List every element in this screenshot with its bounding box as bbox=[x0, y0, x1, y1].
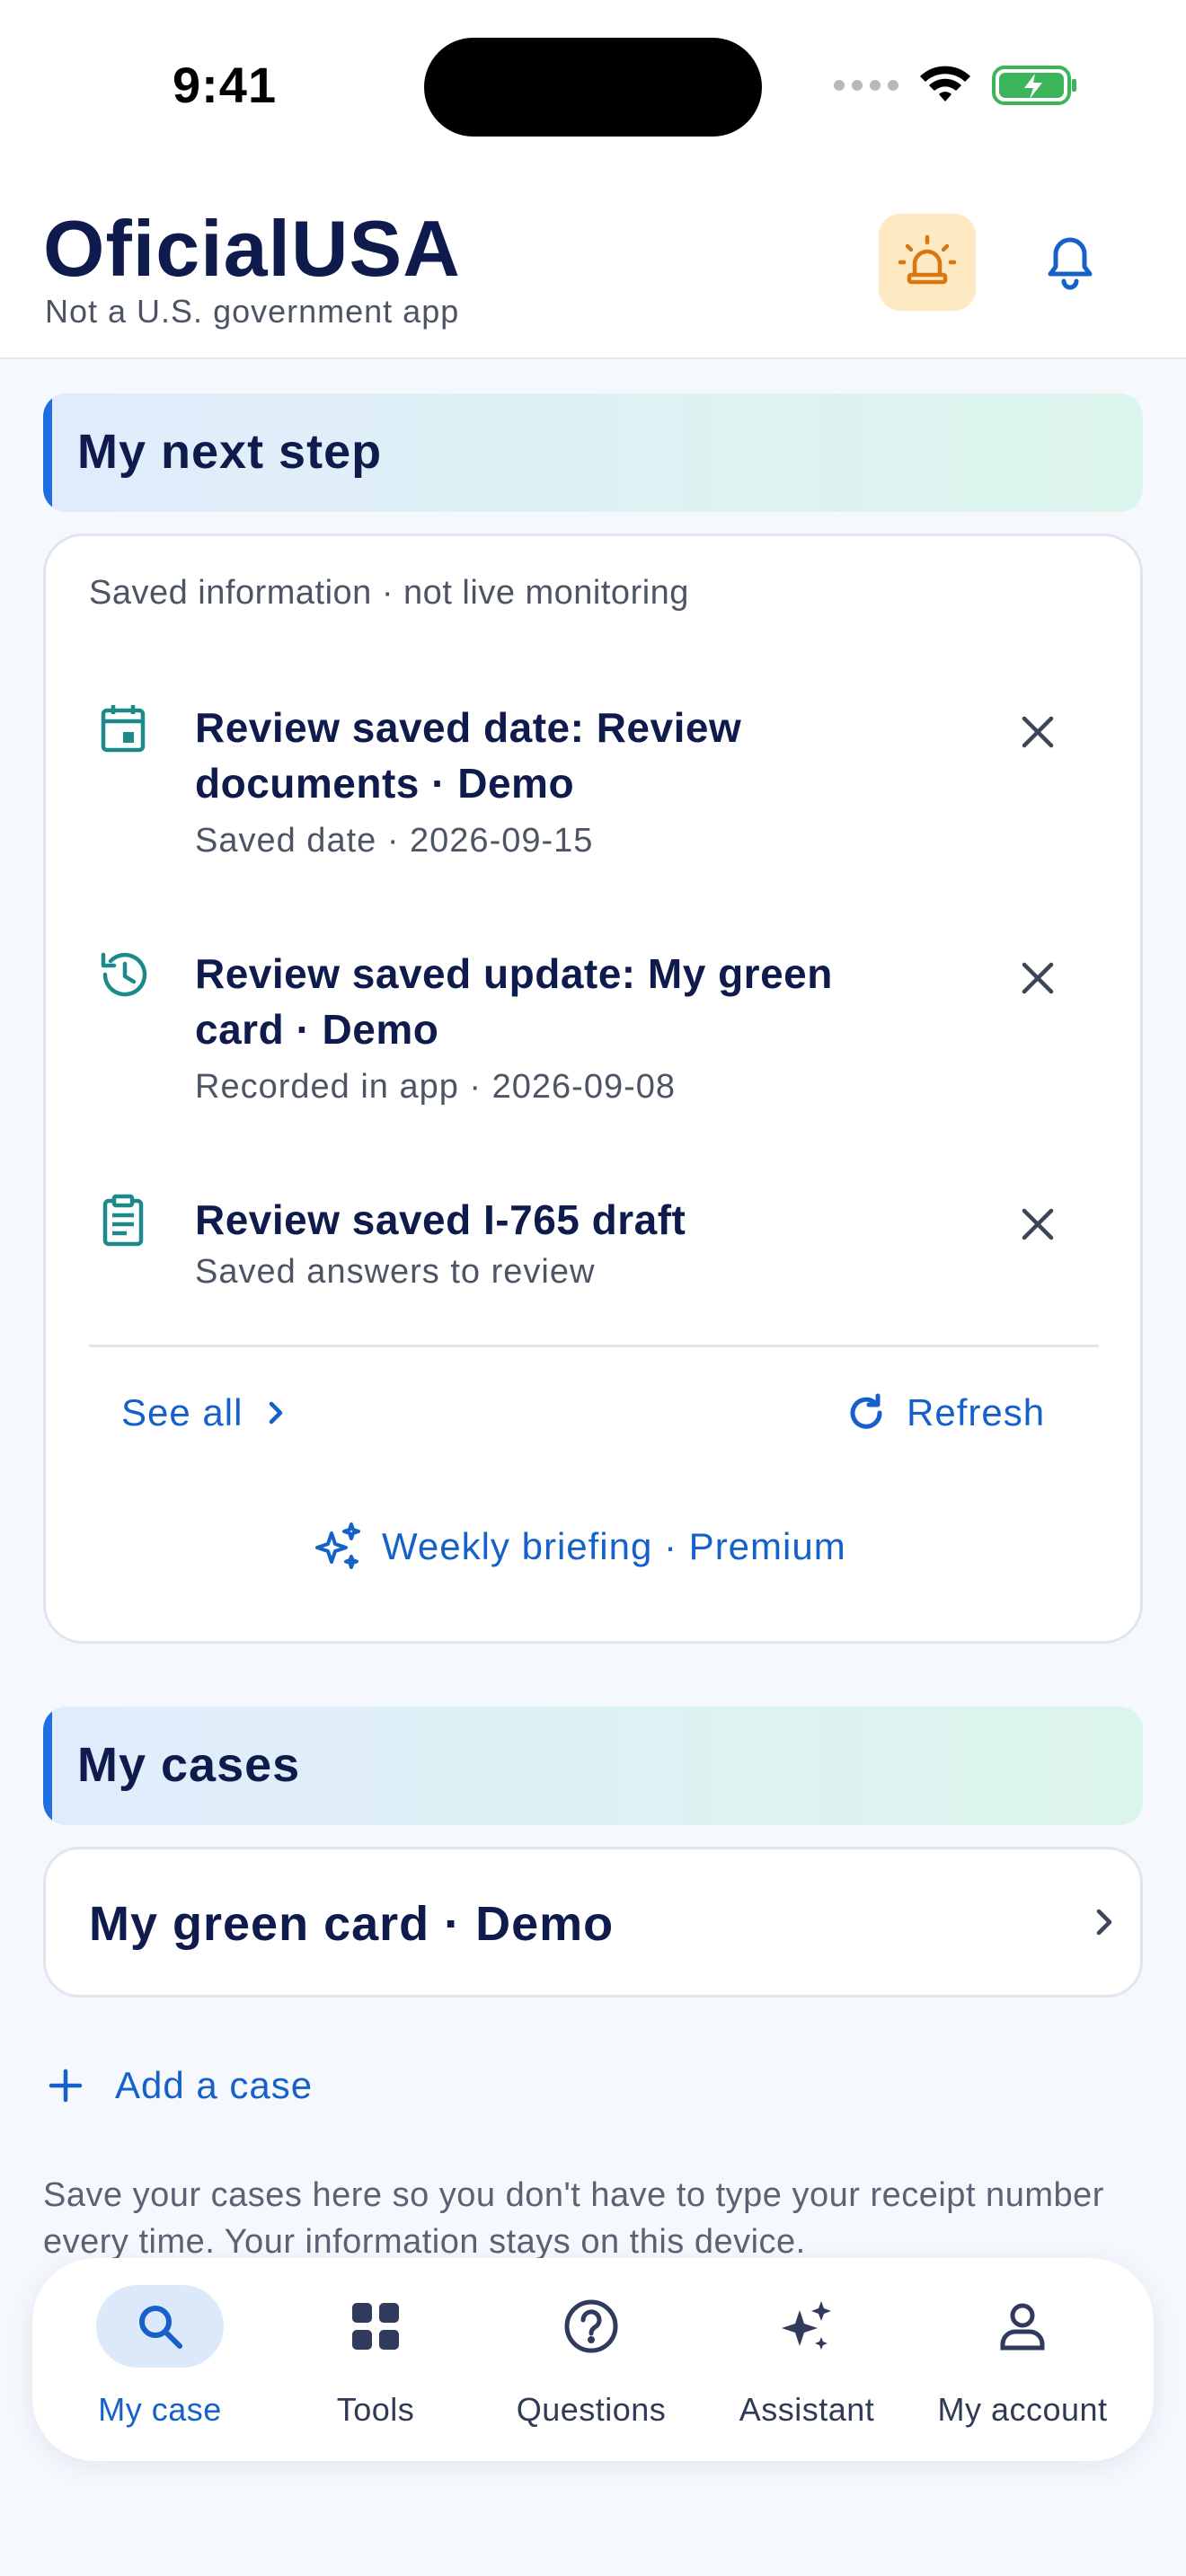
task-title: Review saved I-765 draft bbox=[195, 1196, 686, 1243]
close-icon bbox=[1022, 962, 1054, 994]
section-title: My cases bbox=[77, 1738, 301, 1792]
chevron-right-icon bbox=[270, 1401, 283, 1425]
section-header-my-cases: My cases bbox=[43, 1707, 1143, 1825]
see-all-link[interactable]: See all bbox=[121, 1391, 286, 1434]
bottom-tab-bar: My case Tools Questions Assistant My acc… bbox=[32, 2258, 1154, 2461]
tab-icon-container bbox=[96, 2285, 224, 2368]
tab-icon-container bbox=[959, 2285, 1086, 2368]
chevron-right-icon bbox=[1096, 1909, 1112, 1936]
status-bar: 9:41 bbox=[0, 0, 1186, 171]
next-step-card: Saved information · not live monitoring … bbox=[43, 534, 1143, 1644]
tab-my-account[interactable]: My account bbox=[915, 2285, 1130, 2438]
tab-tools[interactable]: Tools bbox=[268, 2285, 483, 2438]
tab-icon-container bbox=[743, 2285, 871, 2368]
dynamic-island bbox=[424, 38, 762, 137]
add-case-label: Add a case bbox=[115, 2064, 314, 2106]
tab-label: Questions bbox=[516, 2391, 667, 2428]
section-header-next-step: My next step bbox=[43, 393, 1143, 512]
task-subtitle: Saved answers to review bbox=[195, 1253, 596, 1291]
alerts-button[interactable] bbox=[879, 214, 976, 311]
task-title: Review saved date: Review documents · De… bbox=[195, 704, 742, 807]
tab-assistant[interactable]: Assistant bbox=[699, 2285, 915, 2438]
notifications-button[interactable] bbox=[1030, 223, 1111, 304]
case-item[interactable]: My green card · Demo bbox=[43, 1847, 1143, 1998]
tab-icon-container bbox=[312, 2285, 439, 2368]
close-icon bbox=[1022, 716, 1054, 748]
tab-icon-container bbox=[527, 2285, 655, 2368]
bell-icon bbox=[1048, 237, 1093, 290]
cases-help-text: Save your cases here so you don't have t… bbox=[43, 2176, 1104, 2261]
wifi-icon bbox=[920, 66, 970, 101]
close-icon bbox=[1022, 1208, 1054, 1240]
tab-questions[interactable]: Questions bbox=[483, 2285, 699, 2438]
grid-icon bbox=[352, 2303, 399, 2350]
status-icons bbox=[834, 65, 1078, 106]
refresh-icon bbox=[850, 1393, 882, 1429]
weekly-briefing-label: Weekly briefing · Premium bbox=[382, 1525, 846, 1567]
tab-label: My case bbox=[98, 2391, 222, 2428]
person-icon bbox=[1000, 2303, 1045, 2351]
search-icon bbox=[139, 2306, 182, 2349]
weekly-briefing-link[interactable]: Weekly briefing · Premium bbox=[312, 1521, 846, 1573]
plus-icon bbox=[49, 2069, 83, 2103]
divider bbox=[89, 1345, 1099, 1347]
refresh-button[interactable]: Refresh bbox=[845, 1391, 1045, 1434]
dismiss-button[interactable] bbox=[1013, 1199, 1063, 1249]
sparkle-icon bbox=[315, 1522, 360, 1569]
tab-label: Tools bbox=[336, 2391, 415, 2428]
saved-info-note: Saved information · not live monitoring bbox=[89, 574, 689, 612]
calendar-icon bbox=[101, 705, 146, 753]
task-title: Review saved update: My green card · Dem… bbox=[195, 950, 833, 1053]
siren-icon bbox=[898, 234, 956, 285]
sparkle-icon bbox=[782, 2301, 831, 2350]
history-icon bbox=[101, 952, 147, 997]
status-time: 9:41 bbox=[173, 57, 278, 113]
section-title: My next step bbox=[77, 425, 383, 479]
clipboard-icon bbox=[102, 1194, 144, 1247]
app-disclaimer: Not a U.S. government app bbox=[45, 293, 460, 330]
refresh-label: Refresh bbox=[907, 1391, 1046, 1434]
app-title: OficialUSA bbox=[43, 204, 461, 293]
tab-label: My account bbox=[937, 2391, 1108, 2428]
tab-label: Assistant bbox=[739, 2391, 875, 2428]
signal-icon bbox=[834, 80, 898, 91]
dismiss-button[interactable] bbox=[1013, 707, 1063, 757]
see-all-label: See all bbox=[121, 1391, 243, 1434]
add-case-button[interactable]: Add a case bbox=[49, 2064, 313, 2107]
question-icon bbox=[564, 2299, 618, 2353]
dismiss-button[interactable] bbox=[1013, 953, 1063, 1003]
task-subtitle: Recorded in app · 2026-09-08 bbox=[195, 1068, 677, 1106]
tab-my-case[interactable]: My case bbox=[52, 2285, 268, 2438]
battery-icon bbox=[992, 66, 1076, 105]
app-header: OficialUSA Not a U.S. government app bbox=[0, 171, 1186, 359]
case-label: My green card · Demo bbox=[89, 1897, 615, 1951]
task-subtitle: Saved date · 2026-09-15 bbox=[195, 822, 594, 860]
